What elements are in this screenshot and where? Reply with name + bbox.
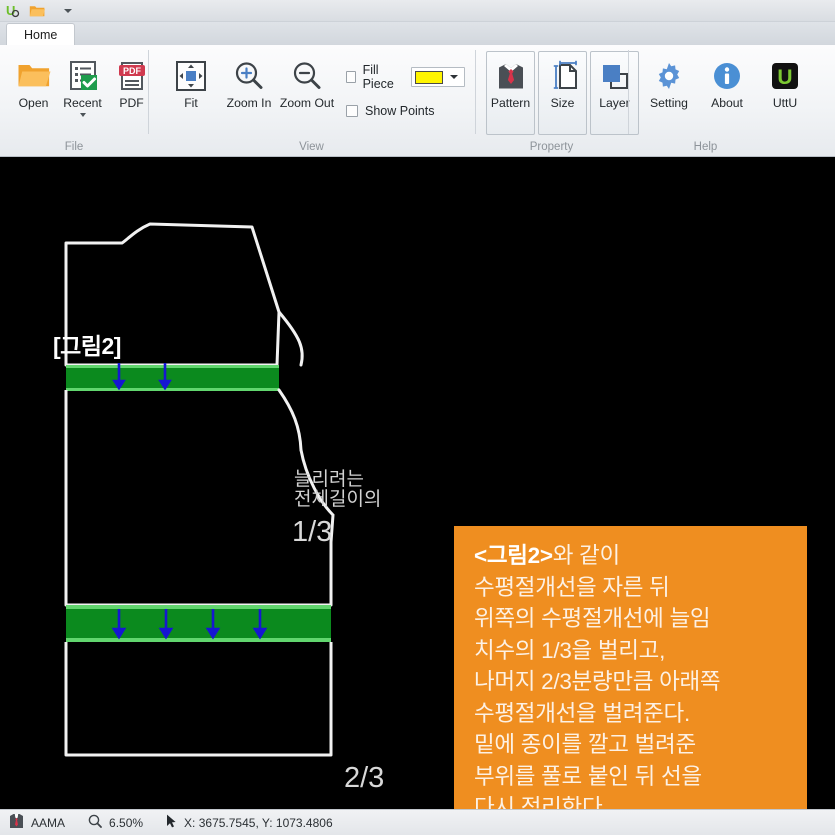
uttu-button-label: UttU	[772, 96, 798, 110]
ribbon-group-view: Fit Zoom In Zoom Out Fill Piece Show Poi…	[148, 45, 475, 156]
fill-piece-checkbox[interactable]	[346, 71, 356, 83]
svg-text:PDF: PDF	[123, 66, 142, 76]
svg-text:U: U	[777, 66, 792, 89]
fit-button[interactable]: Fit	[162, 51, 220, 111]
fit-button-label: Fit	[184, 96, 198, 110]
callout-line-4: 나머지 2/3분량만큼 아래쪽	[474, 669, 721, 694]
callout-line-5: 수평절개선을 벌려준다.	[474, 700, 690, 726]
zoom-out-button-label: Zoom Out	[279, 96, 335, 110]
view-options: Fill Piece Show Points	[336, 51, 467, 118]
page-measure-icon	[547, 57, 579, 95]
about-button-label: About	[711, 96, 743, 110]
open-button-label: Open	[18, 96, 49, 110]
zoom-out-button[interactable]: Zoom Out	[278, 51, 336, 111]
format-label: AAMA	[31, 815, 66, 830]
uttu-badge-icon: U	[770, 57, 800, 95]
recent-button[interactable]: Recent	[58, 51, 107, 118]
pattern-button[interactable]: Pattern	[486, 51, 535, 135]
size-button[interactable]: Size	[538, 51, 587, 135]
customize-quick-access-caret-icon[interactable]	[60, 3, 76, 19]
instruction-callout: <그림2>와 같이 수평절개선을 자른 뒤 위쪽의 수평절개선에 늘임 치수의 …	[454, 526, 807, 809]
figure-title: [그림2]	[53, 333, 121, 359]
tab-home-label: Home	[24, 28, 58, 42]
ribbon-tabstrip: Home	[0, 22, 835, 46]
fit-icon	[175, 57, 207, 95]
zoom-level-label: 6.50%	[109, 815, 144, 830]
slash-band-bottom	[66, 607, 331, 640]
ribbon-group-file-title: File	[64, 141, 84, 153]
ribbon-group-property: Pattern Size Layer Property	[475, 45, 639, 156]
ribbon: Open Recent PDF PDF File Fit Zoom In Zoo…	[0, 45, 835, 157]
ribbon-group-help-title: Help	[693, 141, 718, 153]
setting-button-label: Setting	[650, 96, 688, 110]
callout-rest-0: 와 같이	[552, 543, 620, 568]
annotation-line-2: 전체길이의	[294, 488, 382, 510]
about-button[interactable]: About	[698, 51, 756, 111]
fraction-label-bottom: 2/3	[344, 762, 385, 794]
ribbon-group-view-title: View	[299, 141, 324, 153]
size-button-label: Size	[550, 96, 575, 110]
info-icon	[712, 57, 742, 95]
shirt-tie-icon	[495, 57, 527, 95]
open-folder-icon[interactable]	[28, 2, 46, 20]
uttu-button[interactable]: U UttU	[756, 51, 814, 111]
quick-access-toolbar: U	[0, 0, 835, 22]
recent-dropdown-caret-icon[interactable]	[79, 113, 86, 117]
slash-band-top	[66, 366, 279, 390]
cursor-coordinates-label: X: 3675.7545, Y: 1073.4806	[184, 815, 333, 830]
callout-line-3: 치수의 1/3을 벌리고,	[474, 637, 666, 663]
callout-line-1: 수평절개선을 자른 뒤	[474, 574, 670, 600]
annotation-line-1: 늘리려는	[294, 469, 364, 490]
open-folder-icon	[17, 57, 51, 95]
callout-bold-0: <그림2>	[474, 543, 553, 568]
zoom-in-button-label: Zoom In	[226, 96, 272, 110]
garment-icon	[9, 813, 24, 832]
annotation-stretch-length: 늘리려는 전체길이의	[294, 470, 381, 510]
uttu-logo-icon: U	[4, 2, 22, 20]
fill-piece-row: Fill Piece	[346, 63, 465, 91]
callout-line-8: 다시 정리한다.	[474, 795, 609, 809]
callout-line-6: 밑에 종이를 깔고 벌려준	[474, 732, 696, 757]
fill-color-picker[interactable]	[411, 67, 465, 87]
setting-button[interactable]: Setting	[640, 51, 698, 111]
gear-icon	[654, 57, 684, 95]
tab-home[interactable]: Home	[6, 23, 76, 46]
pdf-button-label: PDF	[119, 96, 144, 110]
show-points-label: Show Points	[365, 104, 435, 118]
fraction-label-top: 1/3	[292, 516, 333, 548]
show-points-row: Show Points	[346, 104, 465, 118]
callout-line-7: 부위를 풀로 붙인 뒤 선을	[474, 763, 702, 789]
open-button[interactable]: Open	[9, 51, 58, 111]
callout-line-0: <그림2>와 같이	[474, 540, 790, 572]
pdf-icon: PDF	[117, 57, 147, 95]
ribbon-group-help: Setting About U UttU Help	[628, 45, 798, 156]
fill-color-caret-icon[interactable]	[450, 75, 458, 79]
recent-button-label: Recent	[63, 96, 102, 110]
pattern-canvas[interactable]: [그림2] 늘리려는 전체길이의 1/3 2/3 <그림2>와 같이 수평절개선을…	[0, 157, 835, 809]
recent-list-icon	[67, 57, 99, 95]
status-bar: AAMA 6.50% X: 3675.7545, Y: 1073.4806	[0, 809, 835, 835]
zoom-in-button[interactable]: Zoom In	[220, 51, 278, 111]
callout-line-2: 위쪽의 수평절개선에 늘임	[474, 606, 711, 631]
fill-color-swatch	[415, 70, 443, 84]
fill-piece-label: Fill Piece	[362, 63, 394, 91]
layers-icon	[599, 57, 631, 95]
application-window: U Home Open Recent PDF PDF File Fit Zoom…	[0, 0, 835, 835]
ribbon-group-property-title: Property	[529, 141, 574, 153]
zoom-out-icon	[291, 57, 323, 95]
magnifier-icon[interactable]	[88, 814, 102, 831]
zoom-in-icon	[233, 57, 265, 95]
cursor-arrow-icon	[166, 814, 177, 831]
pattern-button-label: Pattern	[490, 96, 531, 110]
show-points-checkbox[interactable]	[346, 105, 358, 117]
layer-button-label: Layer	[599, 96, 630, 110]
ribbon-group-file: Open Recent PDF PDF File	[0, 45, 148, 156]
